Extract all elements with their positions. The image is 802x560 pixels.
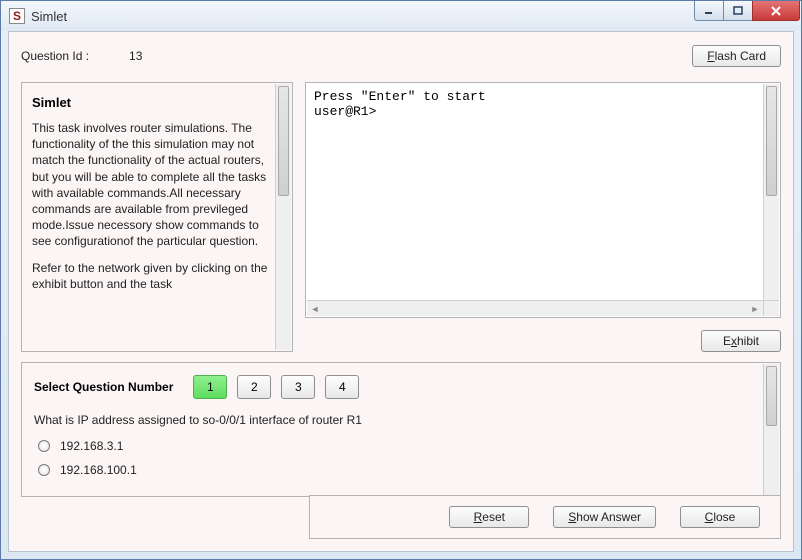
maximize-button[interactable] (723, 1, 753, 21)
question-number-buttons: 1 2 3 4 (193, 375, 359, 399)
question-id-value: 13 (129, 49, 142, 63)
footer-buttons: Reset Show Answer Close (309, 495, 781, 539)
window-controls (695, 1, 800, 21)
scrollbar-vertical[interactable] (275, 84, 291, 350)
select-question-label: Select Question Number (34, 380, 173, 394)
scroll-right-arrow-icon[interactable]: ► (747, 301, 763, 316)
minimize-button[interactable] (694, 1, 724, 21)
question-number-button[interactable]: 1 (193, 375, 227, 399)
question-text: What is IP address assigned to so-0/0/1 … (34, 413, 758, 427)
exhibit-row: Exhibit (305, 330, 781, 352)
terminal-panel[interactable]: Press "Enter" to start user@R1> ◄ ► (305, 82, 781, 318)
terminal-column: Press "Enter" to start user@R1> ◄ ► Exhi… (305, 82, 781, 352)
middle-row: Simlet This task involves router simulat… (21, 82, 781, 352)
window-title: Simlet (31, 9, 67, 24)
radio-icon[interactable] (38, 464, 50, 476)
scrollbar-horizontal[interactable]: ◄ ► (307, 300, 763, 316)
scrollbar-vertical[interactable] (763, 364, 779, 495)
app-icon: S (9, 8, 25, 24)
scroll-thumb[interactable] (766, 86, 777, 196)
reset-button[interactable]: Reset (449, 506, 529, 528)
simlet-title: Simlet (32, 95, 274, 110)
question-id-label: Question Id : (21, 49, 89, 63)
scroll-corner (763, 300, 779, 316)
question-number-button[interactable]: 3 (281, 375, 315, 399)
answer-option-label: 192.168.100.1 (60, 463, 137, 477)
scroll-thumb[interactable] (278, 86, 289, 196)
question-number-button[interactable]: 4 (325, 375, 359, 399)
answer-option-label: 192.168.3.1 (60, 439, 123, 453)
titlebar: S Simlet (1, 1, 801, 31)
close-window-button[interactable] (752, 1, 800, 21)
scroll-left-arrow-icon[interactable]: ◄ (307, 301, 323, 316)
scrollbar-vertical[interactable] (763, 84, 779, 300)
header-row: Question Id : 13 Flash Card (21, 42, 781, 70)
radio-icon[interactable] (38, 440, 50, 452)
answer-option[interactable]: 192.168.3.1 (38, 439, 758, 453)
terminal-output: Press "Enter" to start user@R1> (314, 89, 758, 295)
question-number-button[interactable]: 2 (237, 375, 271, 399)
close-button[interactable]: Close (680, 506, 760, 528)
select-question-row: Select Question Number 1 2 3 4 (34, 375, 758, 399)
simlet-paragraph: Refer to the network given by clicking o… (32, 260, 274, 292)
answer-option[interactable]: 192.168.100.1 (38, 463, 758, 477)
app-window: S Simlet Question Id : 13 Flash Card Sim… (0, 0, 802, 560)
show-answer-button[interactable]: Show Answer (553, 506, 656, 528)
exhibit-button[interactable]: Exhibit (701, 330, 781, 352)
question-panel: Select Question Number 1 2 3 4 What is I… (21, 362, 781, 497)
scroll-thumb[interactable] (766, 366, 777, 426)
flash-card-button[interactable]: Flash Card (692, 45, 781, 67)
simlet-paragraph: This task involves router simulations. T… (32, 120, 274, 250)
simlet-description-panel: Simlet This task involves router simulat… (21, 82, 293, 352)
client-area: Question Id : 13 Flash Card Simlet This … (8, 31, 794, 552)
